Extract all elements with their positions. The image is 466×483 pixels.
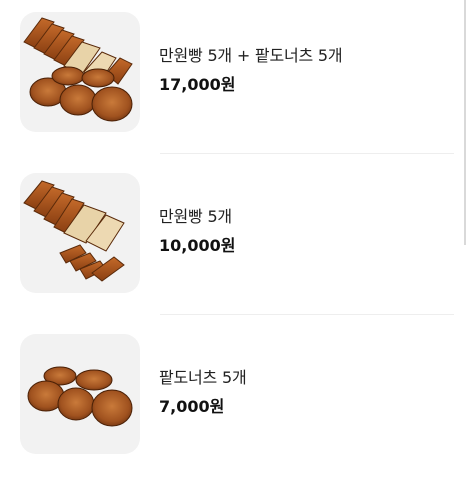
menu-item-info: 만원빵 5개 + 팥도너츠 5개 17,000원 (159, 44, 343, 96)
bread-and-donuts-image (20, 12, 140, 132)
menu-item-price: 7,000원 (159, 397, 225, 416)
menu-item-info: 만원빵 5개 10,000원 (159, 205, 235, 257)
divider (160, 314, 454, 315)
menu-item-price: 10,000원 (159, 236, 236, 255)
menu-item-name: 팥도너츠 5개 (159, 368, 247, 387)
menu-item[interactable]: 만원빵 5개 + 팥도너츠 5개 17,000원 (0, 0, 466, 161)
menu-item-price: 17,000원 (159, 75, 236, 94)
donuts-image (20, 334, 140, 454)
menu-item[interactable]: 팥도너츠 5개 7,000원 (0, 322, 466, 483)
bread-image (20, 173, 140, 293)
menu-item[interactable]: 만원빵 5개 10,000원 (0, 161, 466, 322)
menu-item-name: 만원빵 5개 + 팥도너츠 5개 (159, 46, 343, 65)
menu-item-info: 팥도너츠 5개 7,000원 (159, 366, 247, 418)
divider (160, 153, 454, 154)
menu-item-name: 만원빵 5개 (159, 207, 232, 226)
